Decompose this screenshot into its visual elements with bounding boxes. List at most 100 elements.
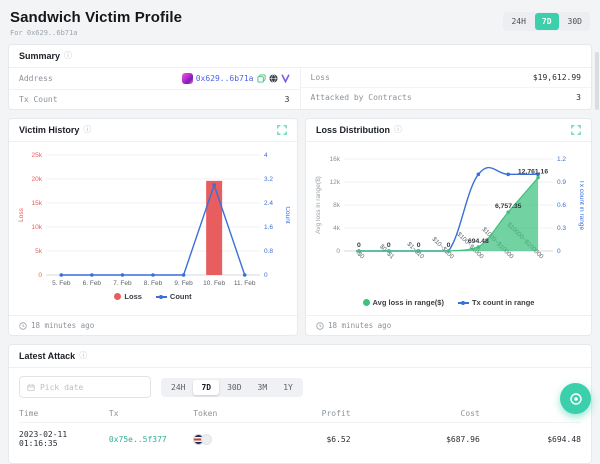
- scrollbar[interactable]: [595, 52, 599, 110]
- token-cell: [193, 434, 283, 445]
- svg-text:2.4: 2.4: [264, 200, 273, 207]
- range-button-30d[interactable]: 30D: [561, 13, 589, 30]
- tx-count-label: Tx Count: [19, 95, 58, 104]
- date-input[interactable]: [40, 383, 143, 392]
- victim-history-card: Victim History ⓘ 005k0.810k1.615k2.420k3…: [8, 118, 298, 336]
- time-range-group: 24H7D30D: [503, 12, 590, 31]
- svg-text:$10~$100: $10~$100: [430, 236, 455, 261]
- legend-marker: [458, 302, 469, 304]
- svg-text:0.6: 0.6: [557, 202, 566, 209]
- clock-icon: [316, 322, 324, 330]
- svg-text:7. Feb: 7. Feb: [113, 280, 132, 287]
- loss-cell: $694.48: [480, 435, 581, 444]
- tx-count-value: 3: [285, 95, 290, 104]
- expand-icon[interactable]: [571, 125, 581, 135]
- svg-text:0: 0: [447, 242, 451, 249]
- date-picker[interactable]: [19, 376, 151, 398]
- svg-text:Loss: Loss: [18, 207, 25, 221]
- svg-text:8. Feb: 8. Feb: [144, 280, 163, 287]
- legend-marker: [363, 299, 370, 306]
- svg-text:12k: 12k: [330, 179, 341, 186]
- range-button-30d[interactable]: 30D: [219, 380, 249, 395]
- loss-label: Loss: [311, 73, 330, 82]
- clock-icon: [19, 322, 27, 330]
- svg-text:0: 0: [38, 272, 42, 279]
- svg-text:0: 0: [557, 248, 561, 255]
- address-label: Address: [19, 74, 53, 83]
- legend-item-count[interactable]: Count: [156, 292, 192, 301]
- table-header-cost: Cost: [351, 409, 480, 418]
- table-header-token: Token: [193, 409, 283, 418]
- svg-text:5k: 5k: [35, 248, 43, 255]
- svg-text:Avg loss in range($): Avg loss in range($): [315, 176, 322, 234]
- summary-row-attacked: Attacked by Contracts 3: [301, 87, 592, 107]
- loss-distribution-chart[interactable]: 004k0.38k0.612k0.916k1.2Avg loss in rang…: [313, 145, 584, 297]
- svg-text:3.2: 3.2: [264, 176, 273, 183]
- svg-text:10. Feb: 10. Feb: [203, 280, 225, 287]
- victim-history-legend: Loss Count: [114, 292, 191, 301]
- svg-text:6. Feb: 6. Feb: [83, 280, 102, 287]
- faded-token-icon[interactable]: [201, 434, 212, 445]
- svg-text:0.8: 0.8: [264, 248, 273, 255]
- latest-attack-card: Latest Attack ⓘ 24H7D30D3M1Y TimeTxToken…: [8, 344, 592, 464]
- victim-history-title: Victim History: [19, 125, 79, 135]
- range-button-24h[interactable]: 24H: [163, 380, 193, 395]
- svg-text:694.48: 694.48: [468, 238, 489, 245]
- copy-icon[interactable]: [257, 74, 266, 83]
- loss-value: $19,612.99: [533, 73, 581, 82]
- info-icon[interactable]: ⓘ: [83, 126, 91, 134]
- legend-marker: [114, 293, 121, 300]
- summary-row-address: Address 0x629..6b71a: [9, 68, 300, 89]
- svg-text:Tx count in range: Tx count in range: [578, 180, 584, 231]
- address-link[interactable]: 0x629..6b71a: [196, 74, 254, 83]
- summary-row-loss: Loss $19,612.99: [301, 68, 592, 87]
- svg-text:12,761.16: 12,761.16: [518, 169, 548, 176]
- range-button-24h[interactable]: 24H: [504, 13, 532, 30]
- info-icon[interactable]: ⓘ: [64, 52, 72, 60]
- victim-history-chart[interactable]: 005k0.810k1.615k2.420k3.225k4LossCount5.…: [16, 145, 290, 291]
- info-icon[interactable]: ⓘ: [394, 126, 402, 134]
- support-button[interactable]: [560, 383, 591, 414]
- loss-distribution-card: Loss Distribution ⓘ 004k0.38k0.612k0.916…: [305, 118, 592, 336]
- svg-text:1.2: 1.2: [557, 156, 566, 163]
- expand-icon[interactable]: [277, 125, 287, 135]
- support-icon: [569, 392, 583, 406]
- loss-distribution-legend: Avg loss in range($) Tx count in range: [363, 298, 535, 307]
- range-button-7d[interactable]: 7D: [193, 380, 219, 395]
- range-button-1y[interactable]: 1Y: [275, 380, 301, 395]
- attacked-by-contracts-value: 3: [576, 93, 581, 102]
- svg-text:11. Feb: 11. Feb: [234, 280, 256, 287]
- loss-distribution-title: Loss Distribution: [316, 125, 390, 135]
- svg-text:10k: 10k: [32, 224, 43, 231]
- range-button-3m[interactable]: 3M: [250, 380, 276, 395]
- updated-status: 18 minutes ago: [9, 315, 297, 335]
- legend-item-loss[interactable]: Loss: [114, 292, 142, 301]
- table-header-tx: Tx: [109, 409, 193, 418]
- legend-marker: [156, 296, 167, 298]
- svg-text:9. Feb: 9. Feb: [174, 280, 193, 287]
- svg-text:0: 0: [417, 242, 421, 249]
- explorer-globe-icon[interactable]: [269, 74, 278, 83]
- svg-text:0.9: 0.9: [557, 179, 566, 186]
- v-explorer-icon[interactable]: [281, 74, 290, 83]
- updated-status: 18 minutes ago: [306, 315, 591, 335]
- tx-link[interactable]: 0x75e..5f377: [109, 435, 193, 444]
- time-cell: 2023-02-11 01:16:35: [19, 430, 109, 448]
- table-header-time: Time: [19, 409, 109, 418]
- svg-text:0: 0: [336, 248, 340, 255]
- latest-attack-title: Latest Attack: [19, 351, 75, 361]
- table-header-profit: Profit: [283, 409, 350, 418]
- page-header: Sandwich Victim Profile For 0x629..6b71a…: [0, 0, 600, 44]
- legend-item-tx-count-in-range[interactable]: Tx count in range: [458, 298, 535, 307]
- address-avatar: [182, 73, 193, 84]
- page-subtitle: For 0x629..6b71a: [10, 29, 590, 37]
- svg-text:25k: 25k: [32, 152, 43, 159]
- attacked-by-contracts-label: Attacked by Contracts: [311, 93, 412, 102]
- range-button-7d[interactable]: 7D: [535, 13, 559, 30]
- cost-cell: $687.96: [351, 435, 480, 444]
- summary-title: Summary: [19, 51, 60, 61]
- svg-text:0: 0: [387, 242, 391, 249]
- info-icon[interactable]: ⓘ: [79, 352, 87, 360]
- svg-text:4k: 4k: [333, 225, 341, 232]
- legend-item-avg-loss-in-range[interactable]: Avg loss in range($): [363, 298, 444, 307]
